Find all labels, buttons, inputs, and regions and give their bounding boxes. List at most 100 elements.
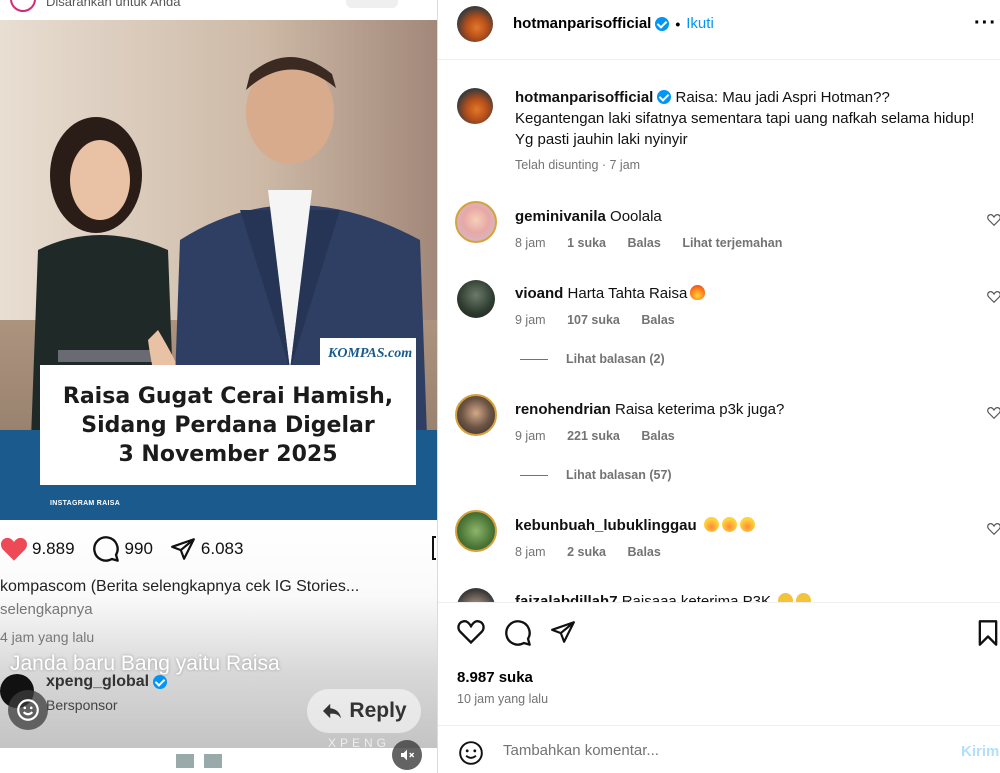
suggested-label: Disarankan untuk Anda [46, 0, 181, 9]
post-actions: 8.987 suka 10 jam yang lalu [438, 602, 1000, 725]
reply-button[interactable]: Reply [307, 689, 421, 733]
thumbnail[interactable] [204, 754, 222, 768]
separator-dot: • [675, 15, 681, 32]
sponsor-name-row[interactable]: xpeng_global [46, 673, 168, 691]
follow-button[interactable]: Ikuti [686, 15, 714, 32]
author-row: hotmanparisofficial • Ikuti [513, 15, 714, 32]
comment-likes[interactable]: 1 suka [567, 236, 606, 250]
mute-button[interactable] [392, 740, 422, 770]
author-username[interactable]: hotmanparisofficial [513, 15, 651, 32]
view-replies-button[interactable]: Lihat balasan (57) [520, 468, 672, 482]
send-button[interactable]: Kirim [961, 743, 999, 760]
more-icon[interactable]: ··· [974, 12, 997, 35]
reel-share-count: 6.083 [200, 539, 244, 558]
caption-username[interactable]: hotmanparisofficial [515, 89, 653, 106]
comment-likes[interactable]: 107 suka [567, 313, 620, 327]
comment-reply-button[interactable]: Balas [641, 313, 674, 327]
reply-label: Reply [349, 699, 407, 722]
commenter-avatar[interactable] [455, 394, 497, 436]
emoji-reaction-button[interactable] [8, 690, 48, 730]
clapping-emoji-icon [796, 593, 812, 602]
mute-icon [401, 749, 415, 761]
replies-divider [520, 474, 548, 476]
comment-meta: 9 jam 221 suka Balas [515, 429, 693, 443]
comment-text-row: kebunbuah_lubuklinggau [515, 517, 755, 534]
reel-comment-stat[interactable]: 990 [91, 535, 153, 563]
comment-text: Raisa keterima p3k juga? [615, 401, 785, 418]
reply-arrow-icon [323, 703, 342, 719]
comment-username[interactable]: kebunbuah_lubuklinggau [515, 517, 697, 534]
comment-meta: 9 jam 107 suka Balas [515, 313, 693, 327]
author-avatar[interactable] [457, 6, 493, 42]
comment-input[interactable] [503, 739, 903, 761]
sponsor-name: xpeng_global [46, 673, 150, 690]
comment-text: Harta Tahta Raisa [567, 285, 688, 302]
comment-text-row: faizalabdillah7 Raisaaa keterima P3K [515, 593, 812, 602]
laughing-emoji-icon [703, 517, 719, 532]
heart-icon [1, 537, 27, 561]
comment-text: Ooolala [610, 208, 662, 225]
laughing-emoji-icon [739, 517, 755, 532]
bookmark-icon[interactable] [976, 619, 1000, 647]
comment-translate-button[interactable]: Lihat terjemahan [682, 236, 782, 250]
thumbnail[interactable] [176, 754, 194, 768]
view-replies-button[interactable]: Lihat balasan (2) [520, 352, 665, 366]
comment-item: geminivanila Ooolala 8 jam 1 suka Balas … [438, 201, 1000, 261]
comment-reply-button[interactable]: Balas [627, 545, 660, 559]
comment-likes[interactable]: 2 suka [567, 545, 606, 559]
smile-plus-icon [17, 699, 39, 721]
comment-icon[interactable] [504, 619, 532, 647]
commenter-avatar[interactable] [457, 588, 495, 602]
comment-text-row: vioand Harta Tahta Raisa [515, 285, 706, 302]
media-bottom-strip [0, 748, 437, 773]
comment-time: 8 jam [515, 545, 546, 559]
post-like-count[interactable]: 8.987 suka [457, 669, 533, 686]
reel-comment-count: 990 [124, 539, 153, 558]
heart-icon[interactable] [457, 619, 485, 645]
comment-likes[interactable]: 221 suka [567, 429, 620, 443]
comment-time: 9 jam [515, 429, 546, 443]
reel-more-link[interactable]: selengkapnya [0, 601, 93, 618]
emoji-icon[interactable] [458, 740, 484, 766]
suggested-bar: Disarankan untuk Anda [0, 0, 437, 20]
clapping-emoji-icon [778, 593, 794, 602]
comment-heart-icon[interactable] [987, 406, 1000, 420]
verified-icon [657, 90, 672, 104]
post-panel: hotmanparisofficial • Ikuti ··· hotmanpa… [437, 0, 1000, 773]
comment-username[interactable]: vioand [515, 285, 563, 302]
caption-avatar[interactable] [457, 88, 493, 124]
view-replies-label: Lihat balasan (2) [566, 352, 665, 366]
bookmark-icon-partial[interactable] [432, 536, 436, 560]
comment-text: Raisaaa keterima P3K [621, 593, 771, 602]
commenter-avatar[interactable] [457, 280, 495, 318]
suggested-button[interactable] [346, 0, 398, 8]
commenter-avatar[interactable] [455, 510, 497, 552]
reel-share-stat[interactable]: 6.083 [169, 536, 244, 562]
sponsor-label: Bersponsor [46, 697, 118, 713]
comment-heart-icon[interactable] [987, 522, 1000, 536]
comment-heart-icon[interactable] [987, 290, 1000, 304]
reel-time: 4 jam yang lalu [0, 629, 95, 645]
fire-emoji-icon [690, 285, 706, 300]
laughing-emoji-icon [721, 517, 737, 532]
image-credit: INSTAGRAM RAISA [50, 500, 121, 507]
comment-heart-icon[interactable] [987, 213, 1000, 227]
reel-like-stat[interactable]: 9.889 [0, 536, 75, 562]
comment-username[interactable]: geminivanila [515, 208, 606, 225]
post-image[interactable]: KOMPAS.com Raisa Gugat Cerai Hamish, Sid… [0, 20, 437, 520]
post-time: 10 jam yang lalu [457, 692, 549, 706]
caption-body: hotmanparisofficial Raisa: Mau jadi Aspr… [515, 87, 975, 150]
comment-reply-button[interactable]: Balas [641, 429, 674, 443]
replies-divider [520, 358, 548, 360]
reel-stats: 9.889 990 6.083 [0, 536, 259, 562]
share-icon[interactable] [550, 619, 576, 645]
comment-text-row: renohendrian Raisa keterima p3k juga? [515, 401, 784, 418]
comment-icon [92, 536, 119, 562]
comment-reply-button[interactable]: Balas [627, 236, 660, 250]
comment-username[interactable]: faizalabdillah7 [515, 593, 618, 602]
suggested-avatar[interactable] [10, 0, 36, 12]
headline-text: Raisa Gugat Cerai Hamish, Sidang Perdana… [62, 383, 394, 467]
commenter-avatar[interactable] [455, 201, 497, 243]
comment-username[interactable]: renohendrian [515, 401, 611, 418]
comment-item: kebunbuah_lubuklinggau 8 jam 2 suka Bala… [438, 510, 1000, 570]
